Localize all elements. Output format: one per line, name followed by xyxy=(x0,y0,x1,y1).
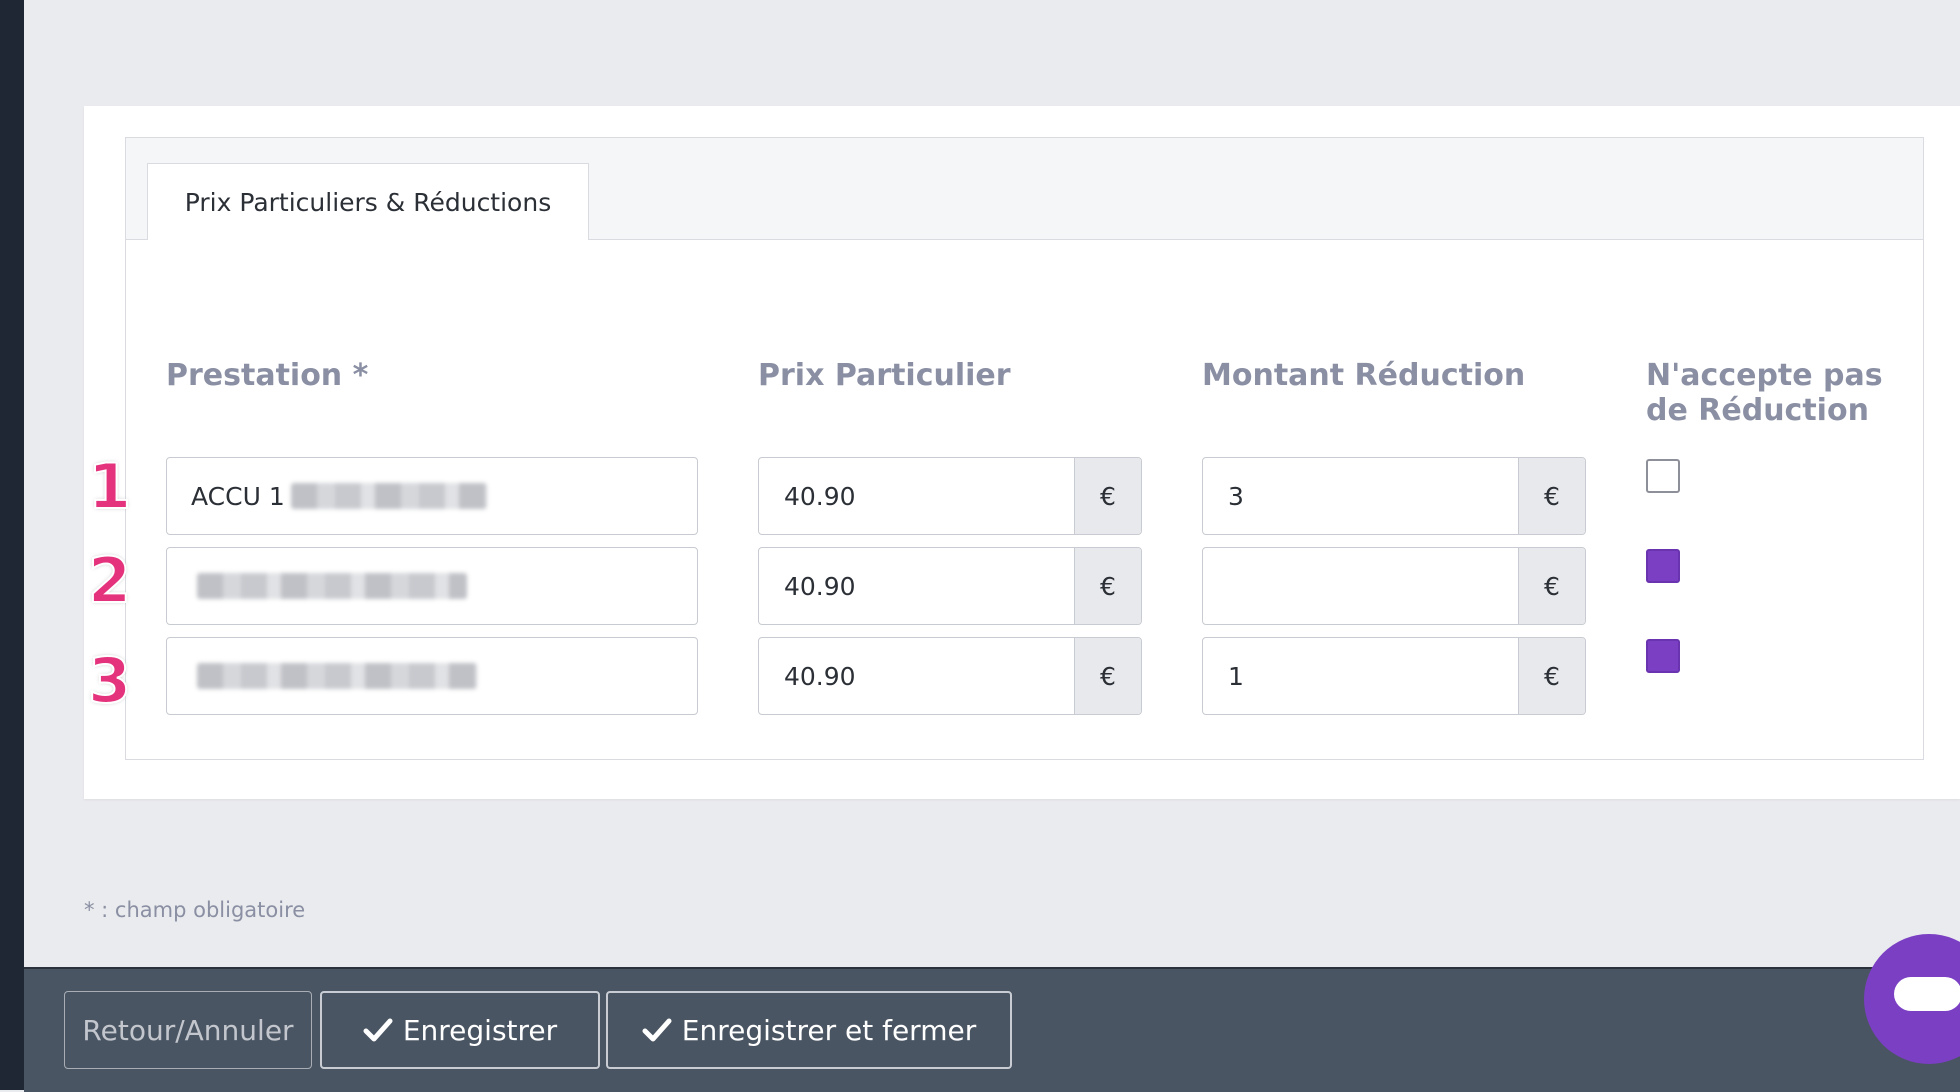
reduction-input-group-row-2[interactable]: € xyxy=(1202,547,1586,625)
required-field-note: * : champ obligatoire xyxy=(84,898,306,922)
cancel-button[interactable]: Retour/Annuler xyxy=(64,991,312,1069)
app-sidebar-edge xyxy=(0,0,24,1090)
tab-prix-reductions[interactable]: Prix Particuliers & Réductions xyxy=(147,163,589,240)
prestation-input-row-1[interactable]: ACCU 1 xyxy=(166,457,698,535)
reduction-input-row-2[interactable] xyxy=(1203,548,1518,624)
euro-addon: € xyxy=(1518,548,1585,624)
check-icon xyxy=(642,1018,672,1042)
redacted-text xyxy=(197,663,477,689)
column-header-prestation: Prestation * xyxy=(166,358,369,393)
euro-addon: € xyxy=(1518,458,1585,534)
chat-bubble-icon xyxy=(1894,977,1960,1011)
save-and-close-button[interactable]: Enregistrer et fermer xyxy=(606,991,1012,1069)
prix-input-group-row-3[interactable]: 40.90 € xyxy=(758,637,1142,715)
reduction-input-group-row-3[interactable]: 1 € xyxy=(1202,637,1586,715)
prix-input-row-2[interactable]: 40.90 xyxy=(759,548,1074,624)
euro-addon: € xyxy=(1518,638,1585,714)
save-button[interactable]: Enregistrer xyxy=(320,991,600,1069)
row-annotation-1: 1 xyxy=(87,450,132,523)
column-header-prix-particulier: Prix Particulier xyxy=(758,358,1011,393)
column-header-no-reduction: N'accepte pas de Réduction xyxy=(1646,358,1883,428)
prestation-value: ACCU 1 xyxy=(191,481,285,511)
prix-input-row-3[interactable]: 40.90 xyxy=(759,638,1074,714)
save-button-label: Enregistrer xyxy=(402,1013,558,1047)
row-annotation-3: 3 xyxy=(87,644,132,717)
redacted-text xyxy=(290,483,487,509)
no-reduction-checkbox-row-3[interactable] xyxy=(1646,639,1680,673)
reduction-input-row-3[interactable]: 1 xyxy=(1203,638,1518,714)
reduction-input-group-row-1[interactable]: 3 € xyxy=(1202,457,1586,535)
prix-input-group-row-2[interactable]: 40.90 € xyxy=(758,547,1142,625)
column-header-montant-reduction: Montant Réduction xyxy=(1202,358,1526,393)
euro-addon: € xyxy=(1074,548,1141,624)
euro-addon: € xyxy=(1074,638,1141,714)
tab-bar: Prix Particuliers & Réductions xyxy=(126,138,1923,240)
prix-input-group-row-1[interactable]: 40.90 € xyxy=(758,457,1142,535)
column-header-no-reduction-line1: N'accepte pas xyxy=(1646,358,1883,393)
no-reduction-checkbox-row-2[interactable] xyxy=(1646,549,1680,583)
reduction-input-row-1[interactable]: 3 xyxy=(1203,458,1518,534)
row-annotation-2: 2 xyxy=(87,544,132,617)
column-header-no-reduction-line2: de Réduction xyxy=(1646,393,1869,428)
euro-addon: € xyxy=(1074,458,1141,534)
prestation-input-row-3[interactable] xyxy=(166,637,698,715)
cancel-button-label: Retour/Annuler xyxy=(82,1013,294,1047)
check-icon xyxy=(363,1018,393,1042)
redacted-text xyxy=(197,573,467,599)
save-and-close-button-label: Enregistrer et fermer xyxy=(681,1013,977,1047)
no-reduction-checkbox-row-1[interactable] xyxy=(1646,459,1680,493)
prestation-input-row-2[interactable] xyxy=(166,547,698,625)
prix-input-row-1[interactable]: 40.90 xyxy=(759,458,1074,534)
